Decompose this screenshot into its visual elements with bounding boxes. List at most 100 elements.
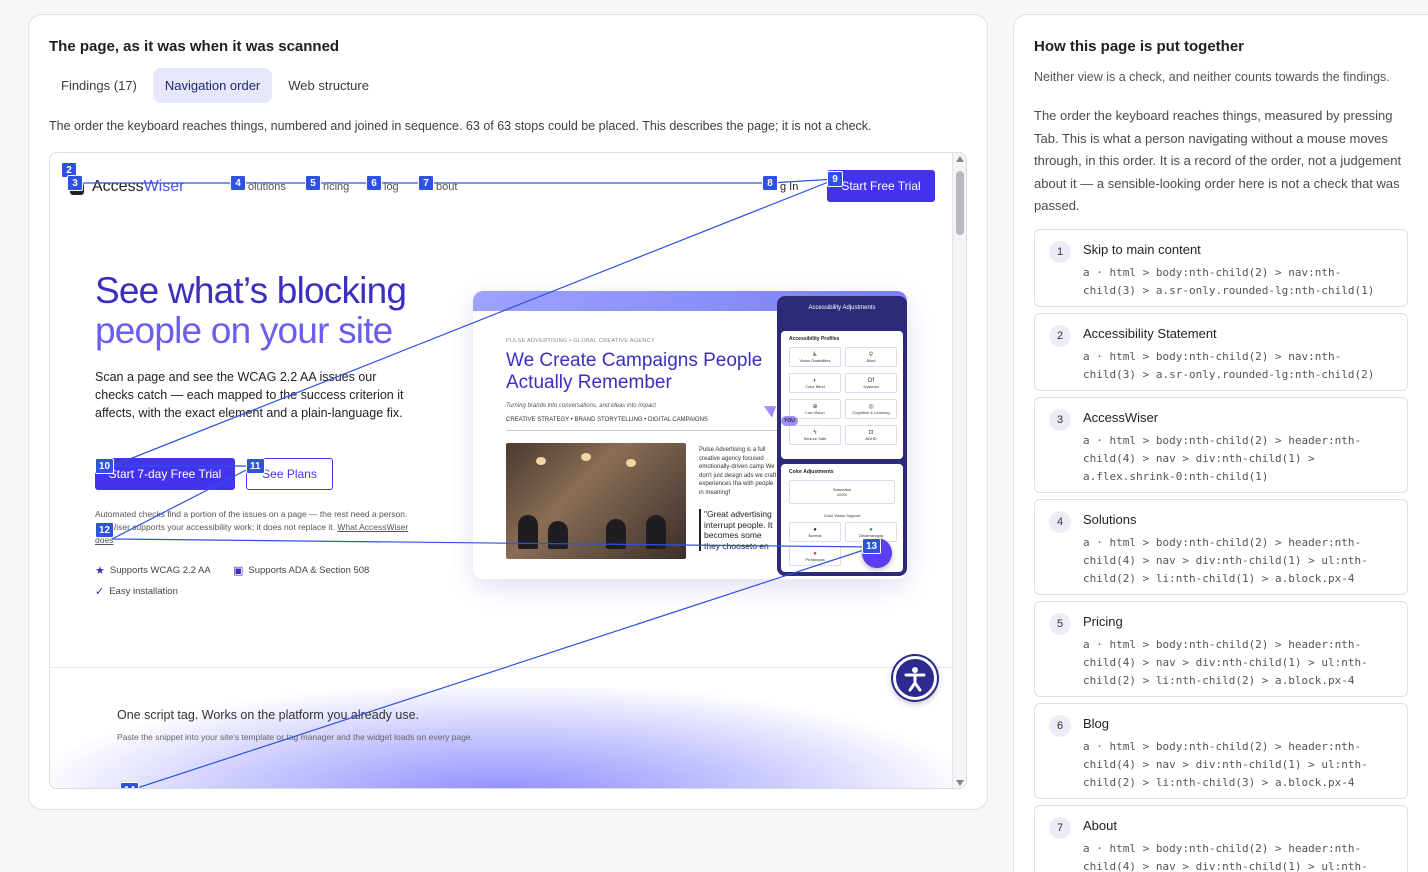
- hero-line-2: people on your site: [95, 310, 393, 351]
- mockup-body: Pulse Advertising is a full creative age…: [699, 447, 777, 496]
- person-shape: [518, 515, 538, 549]
- section-divider: [50, 667, 954, 668]
- stop-label: About: [1083, 818, 1117, 833]
- stop-number: 2: [1049, 325, 1071, 347]
- focus-icon: ⊡: [868, 430, 874, 436]
- tab-stop-card[interactable]: 7 About a · html > body:nth-child(2) > h…: [1034, 805, 1408, 872]
- scroll-thumb[interactable]: [956, 171, 964, 235]
- tab-stop-card[interactable]: 5 Pricing a · html > body:nth-child(2) >…: [1034, 601, 1408, 697]
- tab-stop-badge: 6: [366, 175, 382, 191]
- hero-line-1: See what’s blocking: [95, 270, 407, 311]
- nav-pricing[interactable]: ricing: [323, 181, 349, 193]
- feature-ada-label: Supports ADA & Section 508: [248, 565, 370, 576]
- explainer-title: How this page is put together: [1034, 38, 1245, 55]
- color-vision-label: Color Vision Support: [823, 512, 861, 518]
- install-paragraph: Paste the snippet into your site's templ…: [117, 732, 474, 742]
- page-screenshot-frame: AccessWiser olutions ricing log bout g I…: [49, 152, 967, 789]
- mockup-headline: We Create Campaigns People Actually Reme…: [506, 350, 763, 393]
- site-logo[interactable]: AccessWiser: [92, 178, 184, 196]
- profile-label: ADHD: [865, 436, 877, 441]
- disclaimer-b: essWiser supports your accessibility wor…: [95, 522, 338, 532]
- view-tabs: Findings (17) Navigation order Web struc…: [49, 68, 381, 103]
- stop-number: 6: [1049, 715, 1071, 737]
- profile-seizure[interactable]: ϟ Seizure Safe: [789, 425, 841, 445]
- nav-login[interactable]: g In: [780, 181, 798, 193]
- tab-stop-badge: 13: [862, 538, 882, 554]
- stop-selector: a · html > body:nth-child(2) > nav:nth-c…: [1083, 266, 1375, 297]
- stop-selector: a · html > body:nth-child(2) > header:nt…: [1083, 842, 1368, 872]
- saturation-value: 100%: [836, 492, 848, 497]
- tab-stop-card[interactable]: 2 Accessibility Statement a · html > bod…: [1034, 313, 1408, 391]
- stop-selector: a · html > body:nth-child(2) > header:nt…: [1083, 536, 1368, 585]
- explainer-lead: Neither view is a check, and neither cou…: [1034, 70, 1390, 84]
- profile-label: Color Blind: [805, 383, 825, 389]
- hero-heading: See what’s blocking people on your site: [95, 270, 407, 351]
- mockup-subline: Turning brands into conversations, and i…: [506, 403, 656, 409]
- a11y-color-title: Color Adjustments: [789, 469, 834, 475]
- tab-stop-card[interactable]: 6 Blog a · html > body:nth-child(2) > he…: [1034, 703, 1408, 799]
- nav-solutions[interactable]: olutions: [248, 181, 286, 193]
- stop-label: Pricing: [1083, 614, 1123, 629]
- tab-stop-badge: 5: [305, 175, 321, 191]
- stop-number: 7: [1049, 817, 1071, 839]
- view-description: The order the keyboard reaches things, n…: [49, 119, 872, 133]
- mockup-tags: CREATIVE STRATEGY • BRAND STORYTELLING •…: [506, 417, 708, 423]
- color-option-label: Normal: [808, 532, 822, 538]
- mockup-quote: "Great advertising interrupt people. It …: [699, 509, 779, 551]
- header-start-trial-button[interactable]: Start Free Trial: [827, 170, 935, 202]
- profile-blind[interactable]: ⚲ Blind: [845, 347, 897, 367]
- profile-cognitive[interactable]: ◎ Cognitive & Learning: [845, 399, 897, 419]
- tab-findings[interactable]: Findings (17): [49, 68, 149, 103]
- nav-about[interactable]: bout: [436, 181, 457, 193]
- stop-selector: a · html > body:nth-child(2) > header:nt…: [1083, 638, 1368, 687]
- stop-selector: a · html > body:nth-child(2) > header:nt…: [1083, 740, 1368, 789]
- color-normal[interactable]: ● Normal: [789, 522, 841, 542]
- profile-adhd[interactable]: ⊡ ADHD: [845, 425, 897, 445]
- scroll-down-arrow-icon[interactable]: [956, 780, 964, 786]
- accessibility-widget-button[interactable]: [893, 656, 937, 700]
- logo-text-a: Access: [92, 178, 144, 195]
- scanned-page-panel: The page, as it was when it was scanned …: [28, 14, 988, 810]
- profile-vision[interactable]: ♿ Vision Disabilities: [789, 347, 841, 367]
- tab-stop-badge: 10: [95, 458, 115, 474]
- tab-stop-card[interactable]: 1 Skip to main content a · html > body:n…: [1034, 229, 1408, 307]
- lamp-shape: [581, 453, 591, 461]
- hero-trial-button[interactable]: Start 7-day Free Trial: [95, 458, 235, 490]
- nav-blog[interactable]: log: [384, 181, 399, 193]
- stop-selector: a · html > body:nth-child(2) > nav:nth-c…: [1083, 350, 1375, 381]
- saturation-control[interactable]: Saturation 100%: [789, 480, 895, 504]
- hero-paragraph: Scan a page and see the WCAG 2.2 AA issu…: [95, 370, 404, 420]
- tab-web-structure[interactable]: Web structure: [276, 68, 381, 103]
- accessibility-person-icon: [904, 667, 926, 692]
- tab-stop-badge: 11: [246, 458, 265, 474]
- stop-number: 1: [1049, 241, 1071, 263]
- profile-label: Blind: [866, 358, 876, 363]
- color-option-label: Protanopia: [805, 556, 825, 562]
- disclaimer-a: Automated checks find a portion of the i…: [95, 509, 408, 519]
- disclaimer-text: Automated checks find a portion of the i…: [95, 508, 415, 547]
- tab-stop-card[interactable]: 4 Solutions a · html > body:nth-child(2)…: [1034, 499, 1408, 595]
- install-heading: One script tag. Works on the platform yo…: [117, 708, 419, 722]
- logo-text-b: Wiser: [143, 178, 185, 195]
- profile-label: Low Vision: [805, 410, 825, 415]
- scroll-up-arrow-icon[interactable]: [956, 156, 964, 162]
- profile-label: Cognitive & Learning: [852, 410, 890, 415]
- frame-scrollbar[interactable]: [952, 153, 966, 788]
- lock-icon: ▣: [233, 565, 244, 577]
- tab-stop-badge: 7: [418, 175, 434, 191]
- a11y-profiles-section: Accessibility Profiles ♿ Vision Disabilit…: [781, 331, 903, 459]
- mockup-divider: [506, 430, 786, 431]
- tab-stop-badge: 14: [120, 782, 140, 788]
- profile-dyslexia[interactable]: Df Dyslexia: [845, 373, 897, 393]
- feature-wcag-label: Supports WCAG 2.2 AA: [109, 565, 211, 576]
- person-walking-icon: ⚲: [868, 352, 874, 358]
- tab-stop-card[interactable]: 3 AccessWiser a · html > body:nth-child(…: [1034, 397, 1408, 493]
- stop-label: AccessWiser: [1083, 410, 1159, 425]
- a11y-profiles-title: Accessibility Profiles: [789, 336, 840, 342]
- tab-navigation-order[interactable]: Navigation order: [152, 68, 273, 103]
- color-option-label: Deuteranopia: [858, 532, 884, 538]
- stop-label: Blog: [1083, 716, 1110, 731]
- color-protanopia[interactable]: ● Protanopia: [789, 546, 841, 566]
- profile-color-blind[interactable]: ◐ Color Blind: [789, 373, 841, 393]
- profile-low-vision[interactable]: ⊕ Low Vision: [789, 399, 841, 419]
